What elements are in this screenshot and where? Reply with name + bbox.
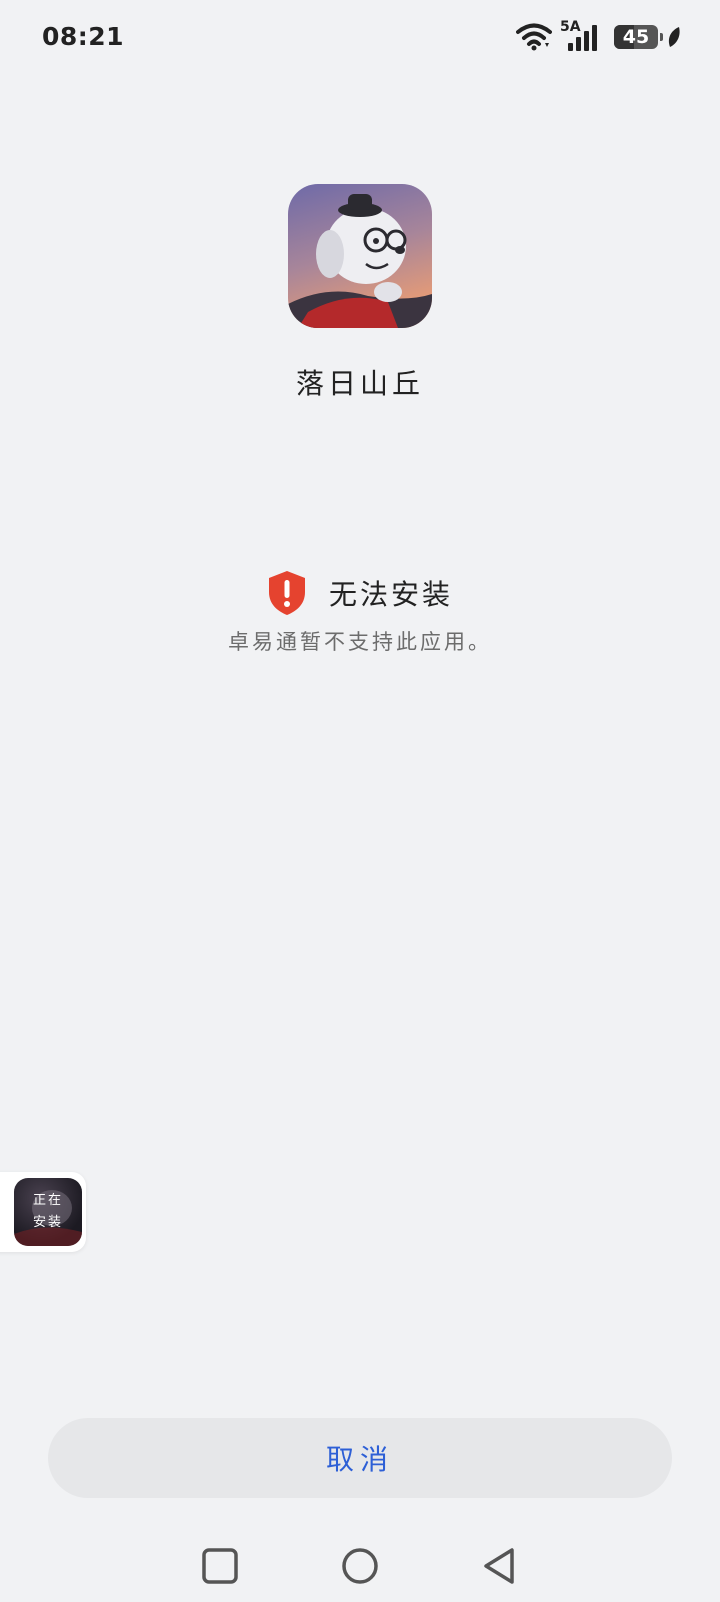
- recent-apps-icon[interactable]: [200, 1546, 240, 1586]
- status-bar: 08:21 5A 45: [0, 0, 720, 74]
- status-time: 08:21: [42, 22, 125, 51]
- leaf-icon: [668, 27, 680, 47]
- error-row: 无法安装: [0, 568, 720, 618]
- error-title: 无法安装: [328, 578, 453, 611]
- installing-text: 正在 安装: [14, 1190, 82, 1234]
- wifi-icon: [516, 23, 552, 51]
- error-description: 卓易通暂不支持此应用。: [228, 630, 492, 654]
- app-icon: [288, 184, 432, 328]
- installing-line2: 安装: [32, 1215, 63, 1230]
- status-icons: 5A 45: [516, 19, 682, 54]
- cancel-button[interactable]: 取消: [48, 1418, 672, 1498]
- navigation-bar: [0, 1540, 720, 1602]
- app-name: 落日山丘: [295, 367, 424, 400]
- battery-level: 45: [622, 26, 650, 48]
- battery-icon: 45: [614, 25, 663, 49]
- back-icon[interactable]: [480, 1546, 520, 1586]
- signal-icon: 5A: [560, 19, 606, 53]
- installing-line1: 正在: [32, 1193, 63, 1208]
- installing-floating-tab[interactable]: 正在 安装: [0, 1172, 86, 1252]
- shield-alert-icon: [268, 571, 305, 615]
- installing-thumbnail: 正在 安装: [14, 1178, 82, 1246]
- home-icon[interactable]: [340, 1546, 380, 1586]
